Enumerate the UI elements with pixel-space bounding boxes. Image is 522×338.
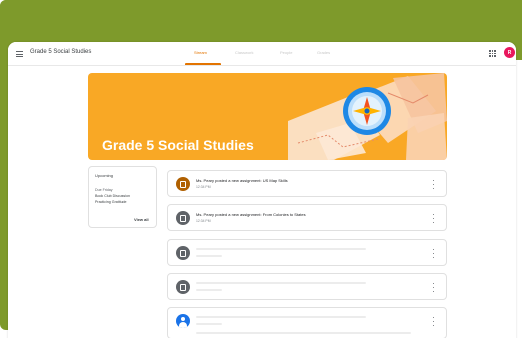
stream-post-card[interactable] xyxy=(167,273,447,300)
upcoming-heading: Upcoming xyxy=(95,173,114,178)
assignment-icon xyxy=(176,211,190,225)
apps-grid-icon[interactable] xyxy=(489,50,496,57)
upcoming-due-date: Due Friday xyxy=(95,188,113,192)
active-tab-indicator xyxy=(185,63,221,65)
tab-classwork[interactable]: Classwork xyxy=(235,50,253,55)
stream-post-card[interactable] xyxy=(167,307,447,338)
placeholder-line xyxy=(196,323,222,325)
assignment-icon xyxy=(176,246,190,260)
placeholder-line xyxy=(196,316,366,318)
post-time: 12:34 PM xyxy=(196,219,211,223)
upcoming-item[interactable]: Book Club Discussion xyxy=(95,194,130,198)
more-options-icon[interactable] xyxy=(432,249,435,258)
placeholder-line xyxy=(196,282,366,284)
placeholder-line xyxy=(196,332,411,334)
tab-people[interactable]: People xyxy=(280,50,292,55)
more-options-icon[interactable] xyxy=(432,214,435,223)
stream-post-card[interactable]: Ms. Peary posted a new assignment: US Ma… xyxy=(167,170,447,197)
app-window: Grade 5 Social Studies Stream Classwork … xyxy=(8,42,516,338)
upcoming-panel: Upcoming Due Friday Book Club Discussion… xyxy=(88,166,157,228)
view-all-link[interactable]: View all xyxy=(134,217,149,222)
person-icon xyxy=(176,314,190,328)
stream-post-card[interactable]: Ms. Peary posted a new assignment: From … xyxy=(167,204,447,231)
class-banner: Grade 5 Social Studies xyxy=(88,73,447,160)
app-header: Grade 5 Social Studies Stream Classwork … xyxy=(8,42,516,66)
placeholder-line xyxy=(196,289,222,291)
banner-title: Grade 5 Social Studies xyxy=(102,137,254,153)
stream-post-card[interactable] xyxy=(167,239,447,266)
upcoming-item[interactable]: Practicing Gratitude xyxy=(95,200,127,204)
more-options-icon[interactable] xyxy=(432,317,435,326)
tab-stream[interactable]: Stream xyxy=(194,50,207,55)
more-options-icon[interactable] xyxy=(432,180,435,189)
post-title: Ms. Peary posted a new assignment: US Ma… xyxy=(196,178,288,183)
account-avatar[interactable]: R xyxy=(504,47,515,58)
post-time: 12:34 PM xyxy=(196,185,211,189)
tab-grades[interactable]: Grades xyxy=(317,50,330,55)
assignment-icon xyxy=(176,280,190,294)
hamburger-menu-icon[interactable] xyxy=(16,51,23,57)
more-options-icon[interactable] xyxy=(432,283,435,292)
placeholder-line xyxy=(196,255,222,257)
placeholder-line xyxy=(196,248,366,250)
assignment-icon xyxy=(176,177,190,191)
class-title[interactable]: Grade 5 Social Studies xyxy=(30,49,91,55)
decorative-frame-right xyxy=(516,0,522,46)
post-title: Ms. Peary posted a new assignment: From … xyxy=(196,212,306,217)
